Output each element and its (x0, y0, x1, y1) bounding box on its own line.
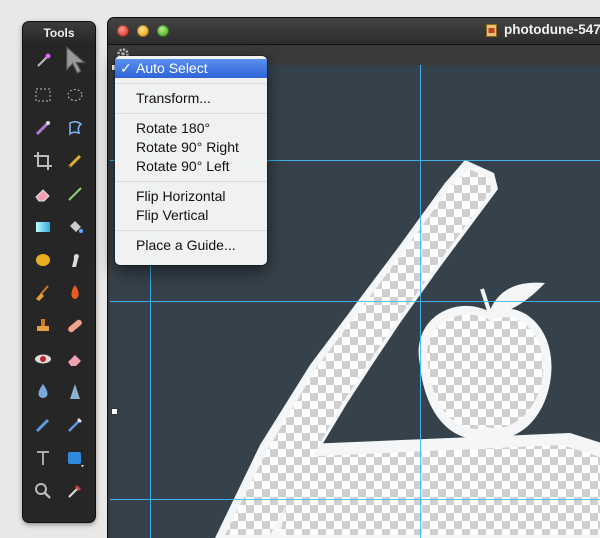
window-titlebar[interactable]: photodune-547 (108, 18, 600, 45)
menu-item-label: Rotate 90° Left (136, 158, 230, 174)
tools-panel-title: Tools (23, 22, 95, 44)
sharpen-tool-icon[interactable] (61, 379, 89, 405)
pen-tool-icon[interactable] (61, 412, 89, 438)
paint-bucket-tool-icon[interactable] (61, 214, 89, 240)
menu-item-place-guide[interactable]: Place a Guide... (115, 236, 267, 255)
blur-tool-icon[interactable] (29, 379, 57, 405)
menu-separator (115, 181, 267, 182)
menu-item-label: Transform... (136, 90, 211, 106)
menu-item-rotate-90-right[interactable]: Rotate 90° Right (115, 138, 267, 157)
checkmark-icon: ✓ (120, 60, 132, 76)
red-eye-tool-icon[interactable] (29, 346, 57, 372)
clone-stamp-tool-icon[interactable] (29, 313, 57, 339)
sponge-tool-icon[interactable] (29, 247, 57, 273)
bandage-tool-icon[interactable] (61, 313, 89, 339)
smudge-tool-icon[interactable] (61, 247, 89, 273)
menu-item-transform[interactable]: Transform... (115, 89, 267, 108)
menu-item-rotate-90-left[interactable]: Rotate 90° Left (115, 157, 267, 176)
gradient-tool-icon[interactable] (29, 214, 57, 240)
menu-item-label: Rotate 90° Right (136, 139, 239, 155)
window-title-wrap: photodune-547 (486, 22, 600, 37)
tools-panel: Tools (23, 22, 95, 522)
guide-horizontal[interactable] (110, 499, 600, 500)
menu-item-flip-vertical[interactable]: Flip Vertical (115, 206, 267, 225)
guide-horizontal[interactable] (110, 301, 600, 302)
brush-tool-icon[interactable] (29, 412, 57, 438)
brush-select-tool-icon[interactable] (29, 115, 57, 141)
line-tool-icon[interactable] (61, 181, 89, 207)
menu-item-label: Place a Guide... (136, 237, 236, 253)
crop-tool-icon[interactable] (29, 148, 57, 174)
minimize-window-button[interactable] (137, 25, 149, 37)
zoom-tool-icon[interactable] (29, 478, 57, 504)
eyedropper-tool-icon[interactable] (61, 478, 89, 504)
lasso-tool-icon[interactable] (61, 115, 89, 141)
shape-tool-icon[interactable] (61, 445, 89, 471)
menu-separator (115, 230, 267, 231)
eraser-alt-tool-icon[interactable] (61, 346, 89, 372)
menu-separator (115, 113, 267, 114)
gear-context-menu: ✓ Auto Select Transform... Rotate 180° R… (115, 56, 267, 265)
menu-item-rotate-180[interactable]: Rotate 180° (115, 119, 267, 138)
menu-separator (115, 83, 267, 84)
broom-tool-icon[interactable] (29, 280, 57, 306)
menu-item-label: Flip Vertical (136, 207, 209, 223)
pencil-tool-icon[interactable] (61, 148, 89, 174)
window-title: photodune-547 (504, 22, 600, 37)
transform-handle[interactable] (111, 408, 118, 415)
menu-item-label: Auto Select (136, 60, 208, 76)
rect-marquee-tool-icon[interactable] (29, 82, 57, 108)
menu-item-auto-select[interactable]: ✓ Auto Select (115, 59, 267, 78)
menu-item-label: Flip Horizontal (136, 188, 226, 204)
text-tool-icon[interactable] (29, 445, 57, 471)
close-window-button[interactable] (117, 25, 129, 37)
magic-wand-tool-icon[interactable] (29, 48, 57, 74)
menu-item-flip-horizontal[interactable]: Flip Horizontal (115, 187, 267, 206)
menu-item-label: Rotate 180° (136, 120, 211, 136)
eraser-tool-icon[interactable] (29, 181, 57, 207)
move-tool-icon[interactable] (61, 45, 89, 74)
burn-tool-icon[interactable] (61, 280, 89, 306)
zoom-window-button[interactable] (157, 25, 169, 37)
ellipse-marquee-tool-icon[interactable] (61, 82, 89, 108)
